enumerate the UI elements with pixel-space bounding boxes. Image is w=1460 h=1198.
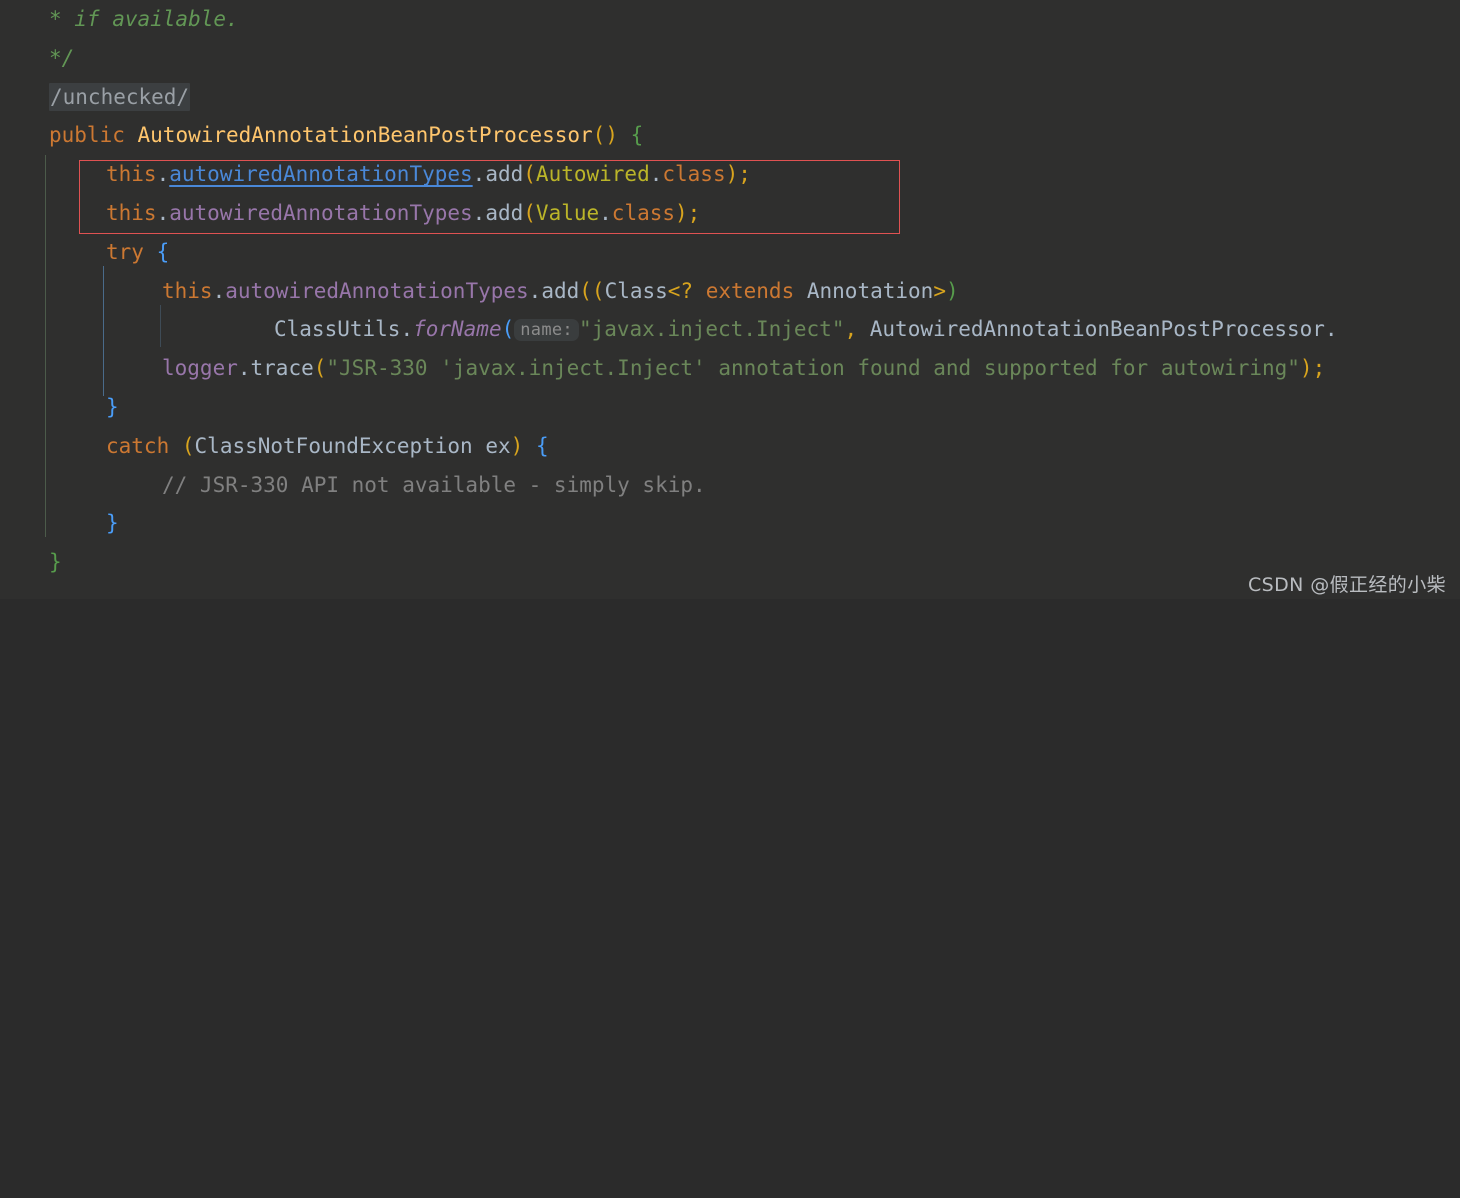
open-brace-method: { <box>630 123 644 148</box>
space-1 <box>125 123 138 147</box>
dot-7: . <box>212 278 226 303</box>
class-ref-tail[interactable]: AutowiredAnnotationBeanPostProcessor. <box>870 317 1338 341</box>
code-line-10[interactable]: logger.trace("JSR-330 'javax.inject.Inje… <box>162 349 1325 388</box>
field-autowired-annotation-types-3[interactable]: autowiredAnnotationTypes <box>225 279 528 303</box>
annotation-autowired[interactable]: Autowired <box>536 162 650 186</box>
open-brace-try: { <box>156 239 170 264</box>
type-annotation[interactable]: Annotation <box>807 279 933 303</box>
close-paren-2: ) <box>675 201 688 225</box>
close-brace-method: } <box>49 550 62 575</box>
open-paren-catch: ( <box>181 433 195 458</box>
type-class[interactable]: Class <box>605 279 668 303</box>
code-line-1[interactable]: * if available. <box>49 0 239 39</box>
code-line-5[interactable]: this.autowiredAnnotationTypes.add(Autowi… <box>106 155 751 194</box>
field-logger[interactable]: logger <box>162 356 238 380</box>
open-paren-cast: (( <box>579 278 605 303</box>
code-lines[interactable]: * if available. */ /unchecked/ public Au… <box>0 0 1460 599</box>
dot-4: . <box>156 201 170 225</box>
semicolon-2: ; <box>687 201 701 225</box>
dot-9: . <box>400 317 414 342</box>
method-add-2[interactable]: add <box>485 201 523 225</box>
field-autowired-annotation-types-link[interactable]: autowiredAnnotationTypes <box>169 162 472 186</box>
space-3 <box>144 240 157 264</box>
string-trace-message: "JSR-330 'javax.inject.Inject' annotatio… <box>326 356 1300 381</box>
close-paren-1: ) <box>725 162 739 187</box>
type-classnotfoundexception[interactable]: ClassNotFoundException <box>195 434 473 458</box>
semicolon-1: ; <box>738 162 751 187</box>
keyword-class-1: class <box>662 162 726 187</box>
javadoc-end-text: */ <box>49 45 75 70</box>
keyword-extends: extends <box>693 278 807 303</box>
dot-5: . <box>472 201 486 225</box>
space-5 <box>473 434 486 458</box>
keyword-class-2: class <box>611 201 676 225</box>
dot-10: . <box>237 356 251 381</box>
code-line-6[interactable]: this.autowiredAnnotationTypes.add(Value.… <box>106 194 700 233</box>
keyword-this-1: this <box>106 162 157 187</box>
code-line-7[interactable]: try { <box>106 233 169 272</box>
code-line-8[interactable]: this.autowiredAnnotationTypes.add((Class… <box>162 272 959 311</box>
var-ex[interactable]: ex <box>485 434 510 458</box>
space-6 <box>523 434 536 458</box>
line-comment: // JSR-330 API not available - simply sk… <box>162 472 706 497</box>
code-line-15[interactable]: } <box>49 543 62 582</box>
code-line-4[interactable]: public AutowiredAnnotationBeanPostProces… <box>49 116 643 155</box>
constructor-parens: () <box>592 123 618 148</box>
close-paren-trace: ) <box>1299 356 1313 381</box>
constructor-name[interactable]: AutowiredAnnotationBeanPostProcessor <box>138 123 593 147</box>
folded-region-chip[interactable]: /unchecked/ <box>49 82 191 111</box>
code-line-11[interactable]: } <box>106 388 119 427</box>
open-paren-trace: ( <box>313 356 327 381</box>
comma-1: , <box>844 317 870 342</box>
javadoc-text: * if available. <box>49 7 239 31</box>
keyword-public: public <box>49 123 125 148</box>
method-trace[interactable]: trace <box>251 356 314 380</box>
code-line-12[interactable]: catch (ClassNotFoundException ex) { <box>106 427 549 466</box>
dot-6: . <box>599 201 612 225</box>
generic-open: <? <box>667 278 694 303</box>
code-line-14[interactable]: } <box>106 504 119 543</box>
close-paren-catch: ) <box>510 433 524 458</box>
space-4 <box>169 434 182 458</box>
method-add-3[interactable]: add <box>541 279 579 303</box>
dot-3: . <box>649 162 663 187</box>
close-paren-cast: ) <box>945 278 959 303</box>
method-add-1[interactable]: add <box>485 162 523 186</box>
code-line-2[interactable]: */ <box>49 39 74 78</box>
open-paren-1: ( <box>523 162 536 187</box>
code-line-13[interactable]: // JSR-330 API not available - simply sk… <box>162 466 706 505</box>
semicolon-3: ; <box>1312 356 1326 381</box>
space-2 <box>618 123 631 147</box>
field-autowired-annotation-types-2[interactable]: autowiredAnnotationTypes <box>169 201 472 225</box>
keyword-try: try <box>106 239 144 264</box>
keyword-catch: catch <box>106 433 170 458</box>
annotation-value[interactable]: Value <box>536 201 599 225</box>
open-paren-2: ( <box>523 201 536 225</box>
string-javax-inject: "javax.inject.Inject" <box>578 317 845 342</box>
dot-1: . <box>156 162 170 187</box>
dot-2: . <box>472 162 486 187</box>
method-forname[interactable]: forName <box>413 317 502 341</box>
keyword-this-3: this <box>162 278 213 303</box>
open-brace-catch: { <box>535 433 549 458</box>
code-editor[interactable]: * if available. */ /unchecked/ public Au… <box>0 0 1460 599</box>
code-line-3[interactable]: /unchecked/ <box>49 78 191 117</box>
code-line-9[interactable]: ClassUtils.forName(name: "javax.inject.In… <box>274 310 1338 349</box>
keyword-this-2: this <box>106 201 157 225</box>
open-paren-forname: ( <box>501 317 515 342</box>
generic-close: > <box>933 278 946 303</box>
class-classutils[interactable]: ClassUtils <box>274 317 400 341</box>
parameter-hint-name: name: <box>514 319 579 342</box>
close-brace-catch: } <box>106 511 119 536</box>
dot-8: . <box>528 278 542 303</box>
close-brace-try: } <box>106 395 119 419</box>
